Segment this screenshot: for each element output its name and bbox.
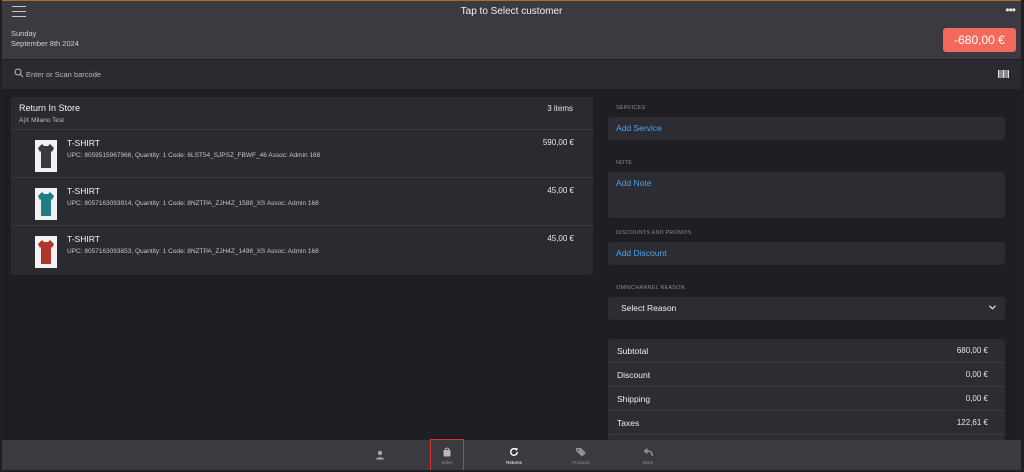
totals-row-subtotal: Subtotal 680,00 €: [608, 339, 1005, 363]
nav-more[interactable]: More: [632, 440, 664, 470]
item-details: UPC: 8057163093914, Quantity: 1 Code: 8N…: [67, 200, 319, 207]
total-label: Shipping: [617, 394, 651, 404]
add-service-label: Add Service: [616, 123, 662, 133]
item-details: UPC: 8059515967966, Quantity: 1 Code: 6L…: [67, 152, 321, 159]
select-customer-title[interactable]: Tap to Select customer: [2, 6, 1021, 17]
barcode-search-input[interactable]: [26, 66, 426, 82]
add-note-label: Add Note: [616, 178, 652, 188]
cart-title: Return In Store: [19, 103, 81, 113]
total-badge[interactable]: -680,00 €: [943, 28, 1016, 52]
totals-row-taxes: Taxes 122,61 €: [608, 411, 1005, 435]
omnichannel-label: OMNICHANNEL REASON: [616, 285, 685, 291]
reply-icon: [643, 447, 653, 457]
item-name: T-SHIRT: [67, 138, 100, 148]
reason-select-value: Select Reason: [621, 303, 677, 313]
bottom-navigation: Sales Returns Products More: [2, 439, 1021, 470]
add-discount-label: Add Discount: [616, 248, 667, 258]
tshirt-icon: [38, 192, 54, 216]
services-label: SERVICES: [616, 105, 646, 111]
item-name: T-SHIRT: [67, 234, 100, 244]
discounts-label: DISCOUNTS AND PROMOS: [616, 230, 692, 236]
nav-returns[interactable]: Returns: [498, 440, 530, 470]
search-icon: [14, 68, 24, 78]
total-value: 122,61 €: [956, 418, 988, 427]
nav-customer[interactable]: [364, 440, 396, 470]
total-label: Discount: [617, 370, 651, 380]
totals-summary: Subtotal 680,00 € Discount 0,00 € Shippi…: [608, 339, 1005, 440]
total-value: 0,00 €: [965, 370, 988, 379]
date-day: Sunday: [11, 29, 37, 38]
barcode-scan-icon[interactable]: [998, 70, 1009, 78]
search-bar: [2, 60, 1021, 89]
note-label: NOTE: [616, 160, 633, 166]
cart-panel: Return In Store A|X Milano Test 3 items …: [11, 97, 593, 275]
nav-label: Sales: [441, 460, 453, 465]
nav-label: Products: [572, 460, 590, 465]
totals-row-shipping: Shipping 0,00 €: [608, 387, 1005, 411]
user-icon: [376, 450, 384, 460]
total-label: Subtotal: [617, 346, 649, 356]
item-name: T-SHIRT: [67, 186, 100, 196]
item-details: UPC: 8057163093853, Quantity: 1 Code: 8N…: [67, 248, 319, 255]
add-service-button[interactable]: Add Service: [608, 117, 1005, 140]
nav-sales[interactable]: Sales: [430, 439, 464, 470]
cart-item[interactable]: T-SHIRT UPC: 8057163093914, Quantity: 1 …: [11, 177, 593, 225]
product-thumbnail: [35, 236, 57, 268]
more-options-icon[interactable]: •••: [1005, 3, 1016, 17]
item-price: 45,00 €: [547, 234, 574, 243]
tshirt-icon: [38, 240, 54, 264]
cart-item[interactable]: T-SHIRT UPC: 8057163093853, Quantity: 1 …: [11, 225, 593, 273]
pos-app: Tap to Select customer ••• Sunday Septem…: [2, 0, 1021, 470]
add-note-button[interactable]: Add Note: [608, 172, 1005, 218]
total-value: 0,00 €: [965, 394, 988, 403]
date-full: September 8th 2024: [11, 39, 79, 48]
nav-label: More: [642, 460, 654, 465]
bag-icon: [443, 447, 451, 457]
item-price: 590,00 €: [542, 138, 574, 147]
product-thumbnail: [35, 140, 57, 172]
tag-icon: [576, 448, 586, 457]
product-thumbnail: [35, 188, 57, 220]
item-price: 45,00 €: [547, 186, 574, 195]
store-name: A|X Milano Test: [19, 117, 64, 124]
cart-item[interactable]: T-SHIRT UPC: 8059515967966, Quantity: 1 …: [11, 129, 593, 177]
tshirt-icon: [38, 144, 54, 168]
reason-select[interactable]: Select Reason: [608, 297, 1005, 320]
totals-row-discount: Discount 0,00 €: [608, 363, 1005, 387]
refresh-icon: [510, 447, 518, 456]
total-value: 680,00 €: [956, 346, 988, 355]
total-label: Taxes: [617, 418, 640, 428]
nav-products[interactable]: Products: [565, 440, 597, 470]
items-count: 3 items: [547, 104, 573, 113]
chevron-down-icon: [989, 305, 996, 310]
add-discount-button[interactable]: Add Discount: [608, 242, 1005, 265]
header: Tap to Select customer ••• Sunday Septem…: [2, 1, 1021, 59]
nav-label: Returns: [506, 460, 522, 465]
